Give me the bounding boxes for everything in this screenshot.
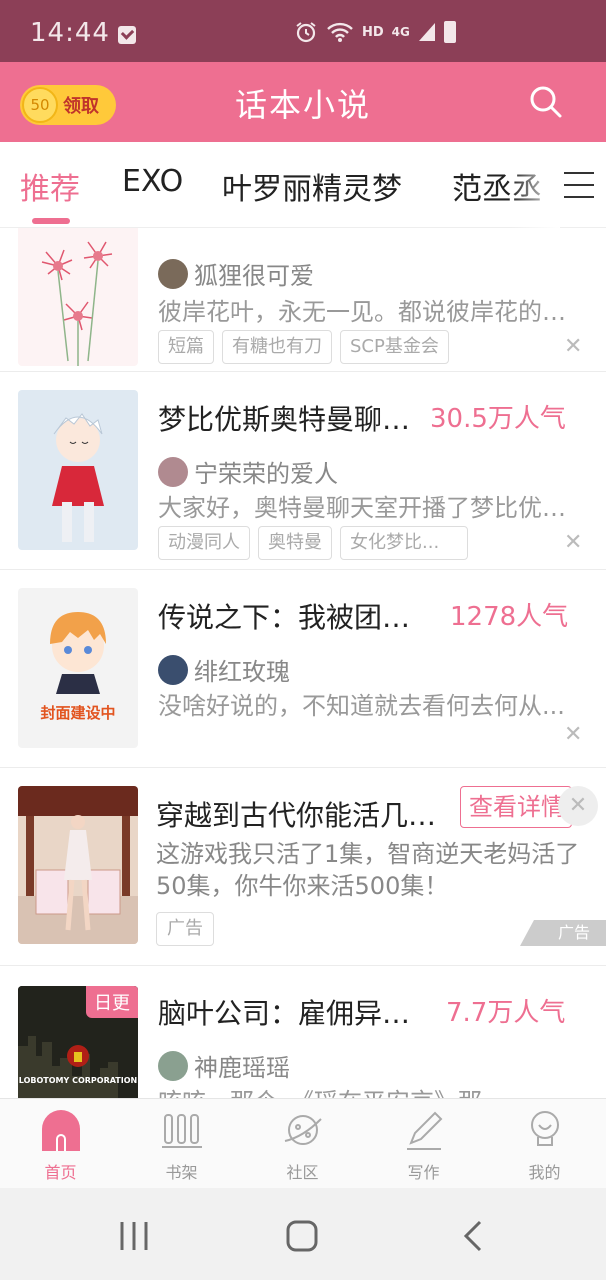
nav-community[interactable]: 社区 — [242, 1099, 363, 1189]
alarm-icon — [296, 22, 316, 43]
author-name: 绯红玫瑰 — [194, 658, 290, 686]
battery-icon — [443, 21, 456, 43]
pen-icon — [407, 1111, 443, 1150]
status-icons: HD 4G — [294, 20, 456, 44]
ad-card[interactable]: 穿越到古代你能活几集？ 查看详情 ✕ 这游戏我只活了1集，智商逆天老妈活了50集… — [0, 768, 606, 966]
story-cover — [18, 390, 138, 550]
nav-label: 写作 — [407, 1163, 440, 1182]
search-icon[interactable] — [528, 84, 564, 120]
active-tab-indicator — [32, 218, 70, 224]
community-planet-icon — [284, 1115, 322, 1145]
ad-desc: 这游戏我只活了1集，智商逆天老妈活了50集，你牛你来活500集！ — [156, 840, 580, 900]
tab-yeluoli[interactable]: 叶罗丽精灵梦 — [222, 164, 402, 208]
author-row: 神鹿瑶瑶 — [158, 1048, 290, 1083]
popularity: 7.7万人气 — [446, 998, 566, 1028]
cover-title-text: LOBOTOMY CORPORATION — [18, 1076, 138, 1085]
status-time: 14:44 — [30, 18, 110, 48]
avatar — [158, 258, 188, 289]
hd-label: HD — [362, 24, 384, 40]
avatar — [158, 456, 188, 487]
avatar — [158, 1050, 188, 1081]
story-desc: 大家好，奥特曼聊天室开播了梦比优斯... — [158, 494, 568, 522]
avatar — [158, 654, 188, 685]
tag[interactable]: 动漫同人 — [158, 526, 250, 560]
category-tabs: 推荐 EXO 叶罗丽精灵梦 范丞丞 — [0, 142, 606, 228]
tab-recommend[interactable]: 推荐 — [20, 164, 80, 208]
back-icon[interactable] — [456, 1218, 492, 1254]
story-cover: LOBOTOMY CORPORATION 日更 — [18, 986, 138, 1098]
tab-exo[interactable]: EXO — [122, 164, 183, 199]
author-name: 神鹿瑶瑶 — [194, 1054, 290, 1082]
popularity: 1278人气 — [450, 602, 569, 632]
story-title: 梦比优斯奥特曼聊天室 — [158, 403, 420, 436]
view-details-button[interactable]: 查看详情 — [460, 786, 572, 828]
status-bar: 14:44 HD 4G — [0, 0, 606, 62]
story-feed: 狐狸很可爱 彼岸花叶，永无一见。都说彼岸花的传说... 短篇 有糖也有刀 SCP… — [0, 228, 606, 1098]
cover-placeholder-text: 封面建设中 — [40, 704, 116, 722]
close-icon[interactable]: ✕ — [564, 334, 582, 359]
nav-label: 首页 — [44, 1163, 77, 1182]
nav-write[interactable]: 写作 — [363, 1099, 484, 1189]
tag-list: 动漫同人 奥特曼 女化梦比... — [158, 526, 468, 560]
ad-mark: 广告 — [520, 920, 606, 946]
tag[interactable]: 短篇 — [158, 330, 214, 364]
nav-label: 书架 — [165, 1163, 198, 1182]
network-type: 4G — [391, 25, 410, 39]
list-item[interactable]: 封面建设中 传说之下：我被团宠了 1278人气 绯红玫瑰 没啥好说的，不知道就去… — [0, 570, 606, 768]
tag[interactable]: 奥特曼 — [258, 526, 332, 560]
tabs-menu-icon[interactable] — [564, 172, 594, 198]
story-desc: 没啥好说的，不知道就去看何去何从... — [158, 692, 565, 720]
story-title: 脑叶公司：雇佣异想体 — [158, 997, 420, 1030]
list-item[interactable]: 狐狸很可爱 彼岸花叶，永无一见。都说彼岸花的传说... 短篇 有糖也有刀 SCP… — [0, 228, 606, 372]
story-cover: 封面建设中 — [18, 588, 138, 748]
ad-image — [18, 786, 138, 944]
story-desc: 咳咳，那个，《瑶在平安京》那 — [158, 1082, 568, 1098]
author-row: 狐狸很可爱 — [158, 256, 314, 291]
nav-label: 我的 — [528, 1163, 561, 1182]
notification-check-icon — [118, 26, 136, 44]
home-button-icon[interactable] — [284, 1218, 320, 1254]
close-icon[interactable]: ✕ — [558, 786, 598, 826]
author-row: 宁荣荣的爱人 — [158, 454, 338, 489]
daily-update-badge: 日更 — [86, 986, 138, 1018]
author-name: 宁荣荣的爱人 — [194, 460, 338, 488]
tag[interactable]: SCP基金会 — [340, 330, 449, 364]
profile-icon — [531, 1111, 559, 1146]
bookshelf-icon — [162, 1114, 202, 1148]
app-header: 50 领取 话本小说 — [0, 62, 606, 142]
tag[interactable]: 有糖也有刀 — [222, 330, 332, 364]
signal-icon — [418, 23, 435, 41]
author-row: 绯红玫瑰 — [158, 652, 290, 687]
tag-list: 短篇 有糖也有刀 SCP基金会 — [158, 330, 449, 364]
story-cover — [18, 228, 138, 366]
nav-home[interactable]: 首页 — [0, 1099, 121, 1189]
close-icon[interactable]: ✕ — [564, 722, 582, 747]
wifi-icon — [327, 22, 353, 42]
story-desc: 彼岸花叶，永无一见。都说彼岸花的传说... — [158, 298, 568, 326]
nav-bookshelf[interactable]: 书架 — [121, 1099, 242, 1189]
list-item[interactable]: LOBOTOMY CORPORATION 日更 脑叶公司：雇佣异想体 7.7万人… — [0, 966, 606, 1098]
nav-profile[interactable]: 我的 — [484, 1099, 605, 1189]
recents-icon[interactable] — [116, 1218, 152, 1254]
popularity: 30.5万人气 — [430, 404, 566, 434]
list-item[interactable]: 梦比优斯奥特曼聊天室 30.5万人气 宁荣荣的爱人 大家好，奥特曼聊天室开播了梦… — [0, 372, 606, 570]
app-title: 话本小说 — [234, 86, 371, 124]
tag[interactable]: 女化梦比... — [340, 526, 468, 560]
nav-label: 社区 — [286, 1163, 319, 1182]
story-title: 传说之下：我被团宠了 — [158, 601, 420, 634]
author-name: 狐狸很可爱 — [194, 262, 314, 290]
ad-title: 穿越到古代你能活几集？ — [156, 799, 446, 832]
ad-tag: 广告 — [156, 912, 214, 946]
system-nav-bar — [0, 1188, 606, 1280]
bottom-nav: 首页 书架 社区 写作 我的 — [0, 1098, 606, 1188]
home-icon — [42, 1110, 80, 1151]
close-icon[interactable]: ✕ — [564, 530, 582, 555]
